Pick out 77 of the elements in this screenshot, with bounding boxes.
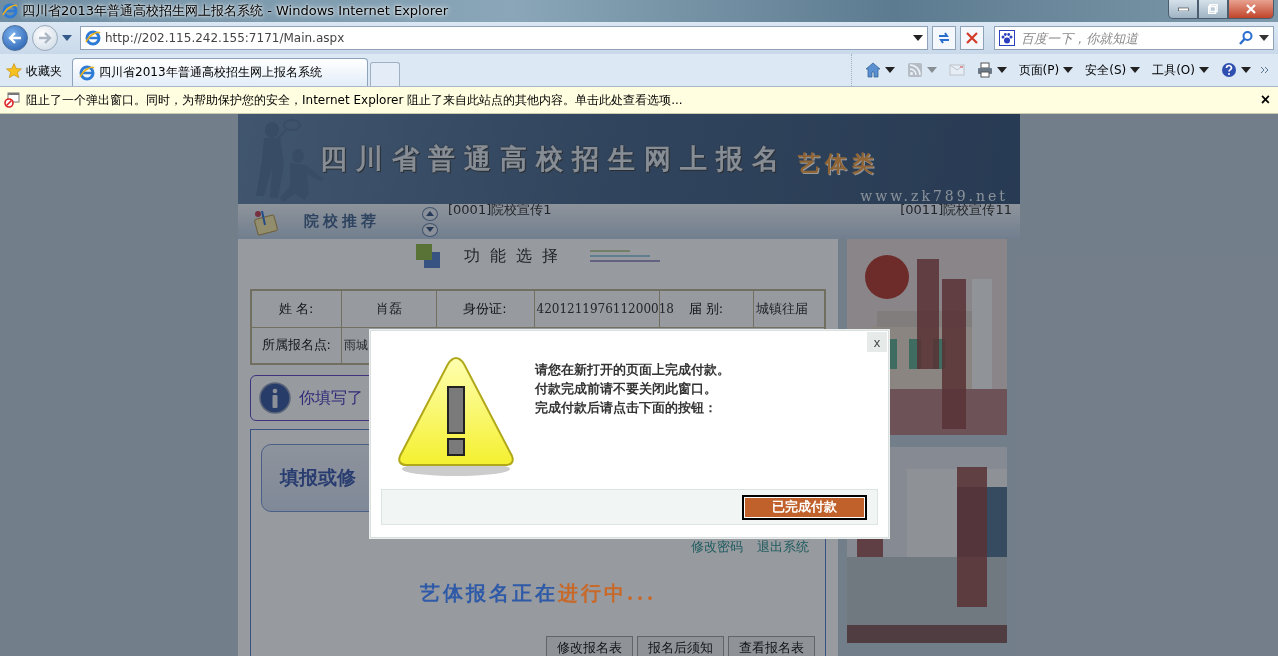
house-icon [864,62,881,78]
printer-icon [976,62,993,78]
dialog-message: 请您在新打开的页面上完成付款。 [535,361,730,378]
field-value: 雨城 [343,337,368,352]
down-arrow-icon [426,227,434,232]
warning-icon [397,355,515,479]
scroll-down-button[interactable] [422,222,438,237]
title-underline-drawing [590,249,662,263]
info-icon [259,382,291,414]
caret-icon[interactable] [913,35,923,41]
squares-icon [414,242,442,270]
banner-title: 四川省普通高校招生网上报名 [320,142,788,176]
back-arrow-icon [8,32,22,44]
help-icon [1221,62,1237,78]
page-icon [79,64,95,81]
close-button[interactable] [1228,0,1274,19]
caret-icon [1241,67,1251,73]
scroll-up-button[interactable] [422,206,438,221]
browser-tab[interactable]: 四川省2013年普通高校招生网上报名系统 [72,58,368,86]
restore-button[interactable] [1198,0,1228,19]
stop-button[interactable] [960,26,984,50]
close-icon [1246,4,1256,14]
banner-category: 艺体类 [798,150,879,178]
menu-button[interactable]: 页面(P) [1015,58,1077,82]
back-button[interactable] [2,25,28,51]
payment-done-button[interactable]: 已完成付款 [742,494,867,520]
dialog-message: 付款完成前请不要关闭此窗口。 [535,380,718,397]
minimize-icon [1177,7,1189,11]
blocked-popup-icon [4,92,20,108]
school-link[interactable]: [0001]院校宣传1 [448,201,552,219]
refresh-button[interactable] [932,26,956,50]
school-link[interactable]: [0011]院校宣传11 [900,201,1012,219]
dialog-message: 完成付款后请点击下面的按钮： [535,399,718,416]
section-label: 院校推荐 [304,212,380,231]
close-button[interactable]: × [1256,91,1274,109]
caret-icon [1130,67,1141,73]
close-button[interactable]: x [867,332,887,352]
caret-icon [1199,67,1209,73]
field-label: 身份证: [463,300,507,316]
forward-arrow-icon [38,32,52,44]
favorites-button[interactable]: 收藏夹 [4,56,72,86]
window-title: 四川省2013年普通高校招生网上报名系统 - Windows Internet Explorer [22,2,450,20]
paw-icon [999,30,1015,46]
field-label: 所属报名点: [261,337,331,353]
site-address: www.zk789.net [860,188,1008,204]
browser-logo-icon [2,3,18,19]
chevron-icon[interactable] [1260,67,1270,73]
caret-icon [926,67,937,73]
refresh-icon [937,31,951,45]
stop-icon [966,32,978,44]
search-icon[interactable] [1238,30,1254,46]
page-icon [85,30,101,46]
field-value: 城镇往届 [755,300,808,316]
field-value: 420121197611200018 [536,301,674,316]
status-text: 艺体报名正在进行中... [418,580,658,607]
form-tab[interactable]: 报名后须知 [637,636,724,656]
form-tab[interactable]: 查看报名表 [728,636,815,656]
search-field[interactable]: 百度一下，你就知道 [994,26,1274,50]
caret-icon [996,67,1007,73]
menu-button[interactable]: 工具(O) [1149,58,1212,82]
caret-icon [1063,67,1074,73]
star-icon [6,63,22,79]
address-field[interactable]: http://202.115.242.155:7171/Main.aspx [80,26,928,50]
minimize-button[interactable] [1168,0,1198,19]
up-arrow-icon [426,211,434,216]
field-value: 肖磊 [375,300,402,316]
field-label: 届 别: [688,300,724,316]
form-tab[interactable]: 修改报名表 [546,636,633,656]
info-bar-message[interactable]: 阻止了一个弹出窗口。同时，为帮助保护您的安全，Internet Explorer 阻止了来自此站点的其他内容。单击此处查看选项... [26,91,1251,109]
section-title: 功能选择 [464,245,568,267]
restore-icon [1208,4,1218,14]
caret-icon [884,67,895,73]
field-label: 姓 名: [279,300,314,316]
envelope-icon [948,62,965,78]
menu-button[interactable]: 安全(S) [1082,58,1144,82]
feed-icon [906,62,923,78]
caret-icon[interactable] [1259,35,1269,41]
